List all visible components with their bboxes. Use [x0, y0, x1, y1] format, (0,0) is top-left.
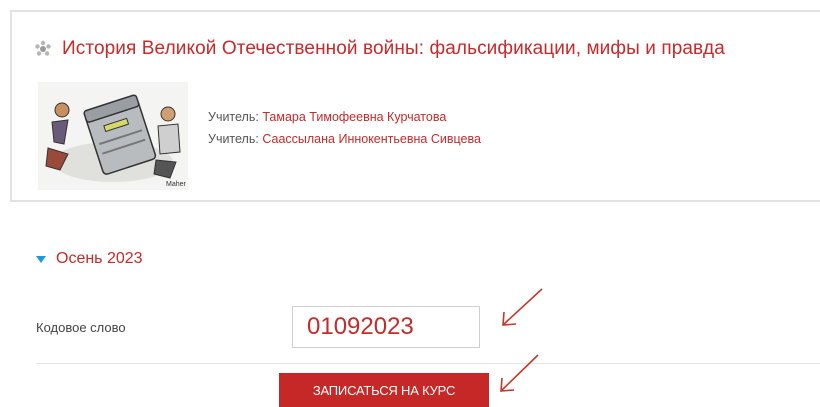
- teacher-role-label: Учитель:: [208, 132, 259, 146]
- teacher-role-label: Учитель:: [208, 110, 259, 124]
- enrolment-key-label: Кодовое слово: [36, 320, 126, 335]
- course-card: История Великой Отечественной войны: фал…: [10, 10, 820, 202]
- teacher-entry: Учитель: Тамара Тимофеевна Курчатова: [208, 106, 481, 128]
- svg-text:Maher: Maher: [166, 181, 187, 188]
- teacher-list: Учитель: Тамара Тимофеевна Курчатова Учи…: [208, 106, 481, 150]
- divider: [36, 363, 820, 364]
- teacher-entry: Учитель: Саассылана Иннокентьевна Сивцев…: [208, 128, 481, 150]
- course-header: История Великой Отечественной войны: фал…: [34, 38, 725, 60]
- annotation-arrow-icon: [502, 288, 543, 326]
- enrolment-section-toggle[interactable]: Осень 2023: [36, 250, 143, 268]
- teacher-name-link[interactable]: Тамара Тимофеевна Курчатова: [262, 110, 446, 124]
- teacher-name-link[interactable]: Саассылана Иннокентьевна Сивцева: [262, 132, 481, 146]
- caret-down-icon: [36, 255, 46, 263]
- enrolment-key-input[interactable]: [292, 306, 480, 348]
- enrol-button[interactable]: ЗАПИСАТЬСЯ НА КУРС: [279, 373, 489, 407]
- enrolment-section-title: Осень 2023: [56, 250, 143, 267]
- annotation-arrow-icon: [500, 354, 539, 392]
- course-title-link[interactable]: История Великой Отечественной войны: фал…: [62, 38, 725, 60]
- course-image: Maher: [38, 82, 188, 190]
- course-icon: [35, 40, 51, 56]
